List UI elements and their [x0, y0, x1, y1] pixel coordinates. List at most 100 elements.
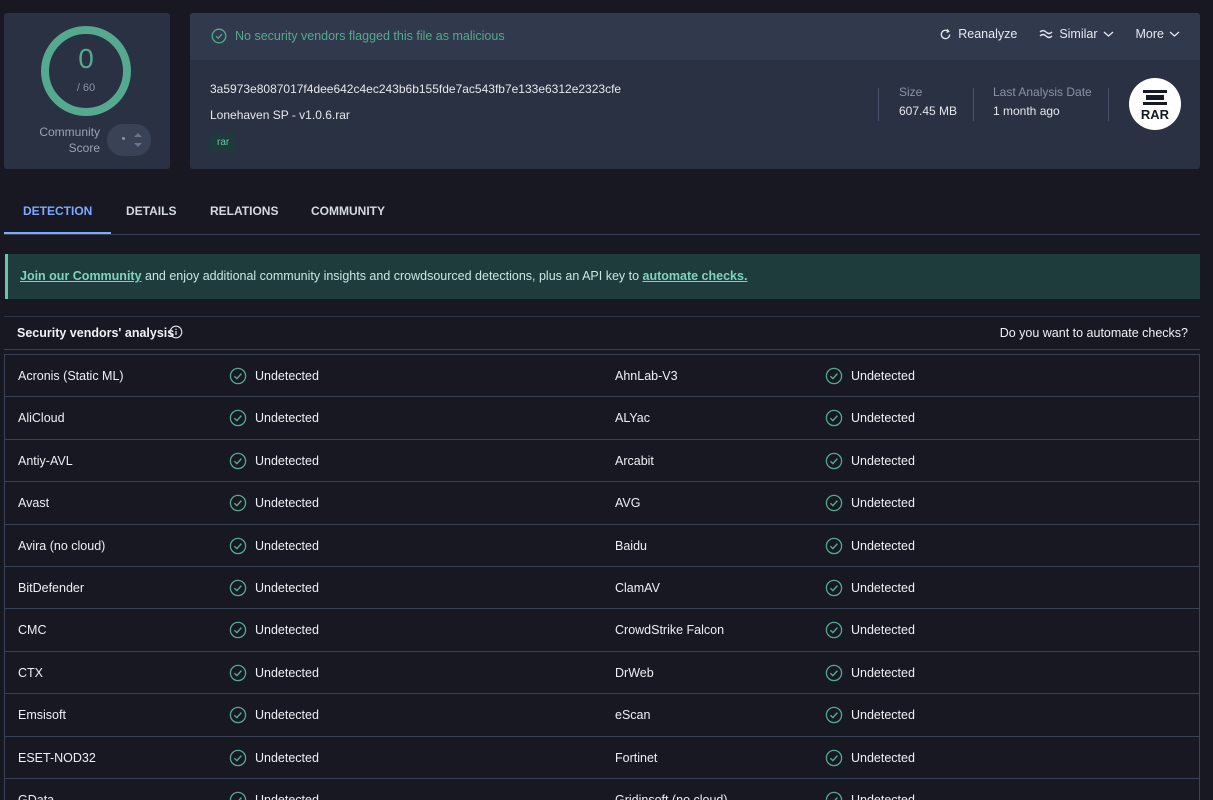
vendor-name: ClamAV — [615, 580, 660, 595]
check-circle-icon — [825, 749, 843, 772]
check-circle-icon — [211, 28, 227, 44]
community-score-label: Community Score — [39, 125, 100, 155]
community-banner: Join our Community and enjoy additional … — [5, 254, 1200, 299]
check-circle-icon — [825, 537, 843, 560]
table-row: Avast Undetected AVG Undetected — [5, 482, 1199, 525]
vendor-result: Undetected — [851, 496, 915, 511]
check-circle-icon — [825, 452, 843, 475]
divider — [1108, 88, 1109, 121]
check-circle-icon — [825, 367, 843, 390]
community-vote-control[interactable] — [107, 124, 151, 156]
info-icon[interactable] — [169, 325, 183, 339]
divider — [973, 88, 974, 121]
check-circle-icon — [825, 706, 843, 729]
last-analysis-value: 1 month ago — [993, 104, 1060, 118]
check-circle-icon — [229, 409, 247, 432]
file-hash[interactable]: 3a5973e8087017f4dee642c4ec243b6b155fde7a… — [210, 82, 621, 96]
similar-dropdown[interactable]: Similar — [1039, 27, 1113, 41]
more-dropdown[interactable]: More — [1136, 27, 1180, 41]
vendor-result: Undetected — [255, 369, 319, 383]
automate-checks-prompt[interactable]: Do you want to automate checks? — [1000, 326, 1188, 340]
vendor-result: Undetected — [255, 453, 319, 468]
vendor-name: Antiy-AVL — [18, 453, 73, 468]
check-circle-icon — [825, 664, 843, 687]
tab-relations[interactable]: RELATIONS — [191, 189, 297, 234]
vendor-result: Undetected — [851, 453, 915, 468]
check-circle-icon — [229, 494, 247, 517]
check-circle-icon — [825, 621, 843, 644]
chevron-down-icon — [1103, 31, 1113, 37]
vendor-name: GData — [18, 792, 55, 800]
reanalyze-button[interactable]: Reanalyze — [939, 27, 1017, 41]
automate-checks-link[interactable]: automate checks. — [643, 269, 748, 283]
refresh-icon — [940, 28, 951, 39]
check-circle-icon — [825, 579, 843, 602]
check-circle-icon — [229, 452, 247, 475]
table-row: Acronis (Static ML) Undetected AhnLab-V3 Un… — [5, 355, 1199, 398]
vendor-name: Acronis (Static ML) — [18, 369, 124, 383]
vote-up-icon[interactable] — [134, 133, 142, 137]
check-circle-icon — [825, 494, 843, 517]
size-label: Size — [899, 85, 923, 99]
check-circle-icon — [229, 537, 247, 560]
vendor-result: Undetected — [851, 580, 915, 595]
vendor-name: AVG — [615, 496, 641, 511]
vendor-name: AhnLab-V3 — [615, 369, 678, 383]
vendor-result: Undetected — [255, 792, 319, 800]
vendor-name: Fortinet — [615, 750, 658, 765]
vendor-name: Baidu — [615, 538, 647, 553]
vendor-result: Undetected — [851, 411, 915, 426]
vendor-result: Undetected — [255, 580, 319, 595]
table-row: AliCloud Undetected ALYac Undetected — [5, 397, 1199, 440]
detection-count: 0 — [78, 43, 94, 74]
vendors-title: Security vendors' analysis — [17, 326, 175, 340]
tab-bar: DETECTION DETAILS RELATIONS COMMUNITY — [4, 189, 1200, 235]
detection-score-card: 0 / 60 Community Score — [4, 13, 170, 169]
rar-file-icon: RAR — [1129, 78, 1181, 130]
vendor-result: Undetected — [255, 623, 319, 638]
vendor-name: CTX — [18, 665, 43, 680]
vendor-name: ESET-NOD32 — [18, 750, 96, 765]
file-tag[interactable]: rar — [210, 134, 237, 152]
vendor-name: Arcabit — [615, 453, 654, 468]
check-circle-icon — [229, 706, 247, 729]
file-name: Lonehaven SP - v1.0.6.rar — [210, 108, 350, 122]
vendors-table: Acronis (Static ML) Undetected AhnLab-V3 Un… — [4, 354, 1200, 800]
status-message: No security vendors flagged this file as… — [235, 29, 505, 43]
join-community-link[interactable]: Join our Community — [20, 269, 142, 283]
vendor-name: CMC — [18, 623, 47, 638]
vendor-result: Undetected — [255, 411, 319, 426]
last-analysis-label: Last Analysis Date — [993, 85, 1092, 99]
vendor-result: Undetected — [851, 750, 915, 765]
table-row: BitDefender Undetected ClamAV Undetected — [5, 567, 1199, 610]
vendor-name: eScan — [615, 708, 651, 723]
vendor-name: AliCloud — [18, 411, 65, 426]
check-circle-icon — [825, 791, 843, 800]
tab-details[interactable]: DETAILS — [107, 189, 195, 234]
similar-icon — [1039, 29, 1053, 39]
vendor-result: Undetected — [851, 538, 915, 553]
tab-community[interactable]: COMMUNITY — [292, 189, 404, 234]
vendors-header: Security vendors' analysis Do you want t… — [4, 316, 1200, 350]
vendor-result: Undetected — [255, 708, 319, 723]
table-row: Emsisoft Undetected eScan Undetected — [5, 694, 1199, 737]
vendor-result: Undetected — [851, 792, 915, 800]
vote-down-icon[interactable] — [134, 143, 142, 147]
check-circle-icon — [229, 664, 247, 687]
vendor-name: ALYac — [615, 411, 650, 426]
check-circle-icon — [229, 791, 247, 800]
check-circle-icon — [229, 367, 247, 390]
vendor-name: Emsisoft — [18, 708, 66, 723]
check-circle-icon — [229, 579, 247, 602]
check-circle-icon — [229, 749, 247, 772]
vendor-result: Undetected — [255, 496, 319, 511]
tab-detection[interactable]: DETECTION — [4, 189, 112, 234]
vendor-result: Undetected — [255, 665, 319, 680]
banner-text: and enjoy additional community insights … — [141, 269, 643, 283]
table-row: Antiy-AVL Undetected Arcabit Undetected — [5, 440, 1199, 483]
vendor-name: BitDefender — [18, 580, 85, 595]
size-value: 607.45 MB — [899, 104, 958, 118]
vendor-name: Avira (no cloud) — [18, 538, 106, 553]
vendor-result: Undetected — [255, 750, 319, 765]
table-row: CTX Undetected DrWeb Undetected — [5, 652, 1199, 695]
